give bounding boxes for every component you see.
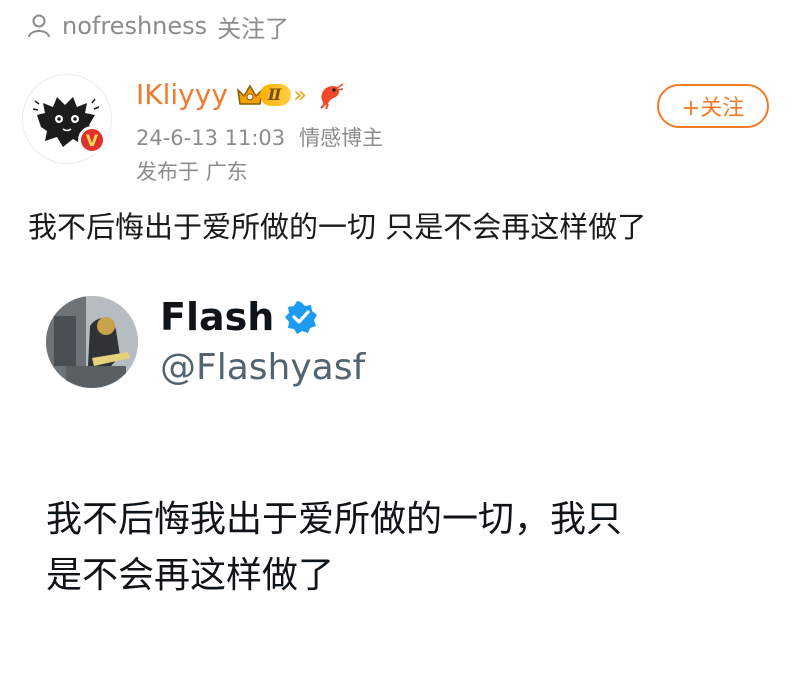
tweet-name-row: Flash (160, 294, 318, 340)
level-label: Ⅱ (259, 84, 292, 106)
tweet-text: 我不后悔我出于爱所做的一切，我只 是不会再这样做了 (46, 492, 746, 604)
post-text: 我不后悔出于爱所做的一切 只是不会再这样做了 (28, 210, 647, 244)
follow-button[interactable]: +关注 (657, 84, 769, 128)
user-icon (26, 13, 52, 39)
chevron-right-icon: » (293, 82, 307, 108)
follow-notice-user[interactable]: nofreshness (62, 12, 207, 40)
verified-v-badge: V (78, 126, 106, 154)
verified-check-icon (285, 301, 318, 334)
post-meta: 24-6-13 11:03 情感博主 (136, 124, 383, 152)
follow-notice-action: 关注了 (217, 14, 290, 43)
shrimp-mascot-icon (320, 83, 344, 110)
tweet-author-name: Flash (160, 295, 275, 339)
author-row: IKliyyy Ⅱ » (136, 78, 345, 112)
post-date: 24-6-13 11:03 (136, 126, 286, 150)
author-name[interactable]: IKliyyy (136, 78, 228, 112)
tweet-text-line-1: 我不后悔我出于爱所做的一切，我只 (46, 499, 623, 540)
author-tag: 情感博主 (299, 126, 384, 150)
embedded-tweet-image[interactable]: Flash @Flashyasf 我不后悔我出于爱所做的一切，我只 是不会再这样… (22, 280, 782, 680)
post-location: 发布于 广东 (136, 160, 248, 184)
tweet-handle: @Flashyasf (160, 347, 366, 388)
tweet-text-line-2: 是不会再这样做了 (46, 555, 335, 596)
tweet-avatar (46, 296, 138, 388)
member-level-badge[interactable]: Ⅱ » (236, 82, 307, 108)
follow-notice: nofreshness 关注了 (26, 10, 290, 43)
